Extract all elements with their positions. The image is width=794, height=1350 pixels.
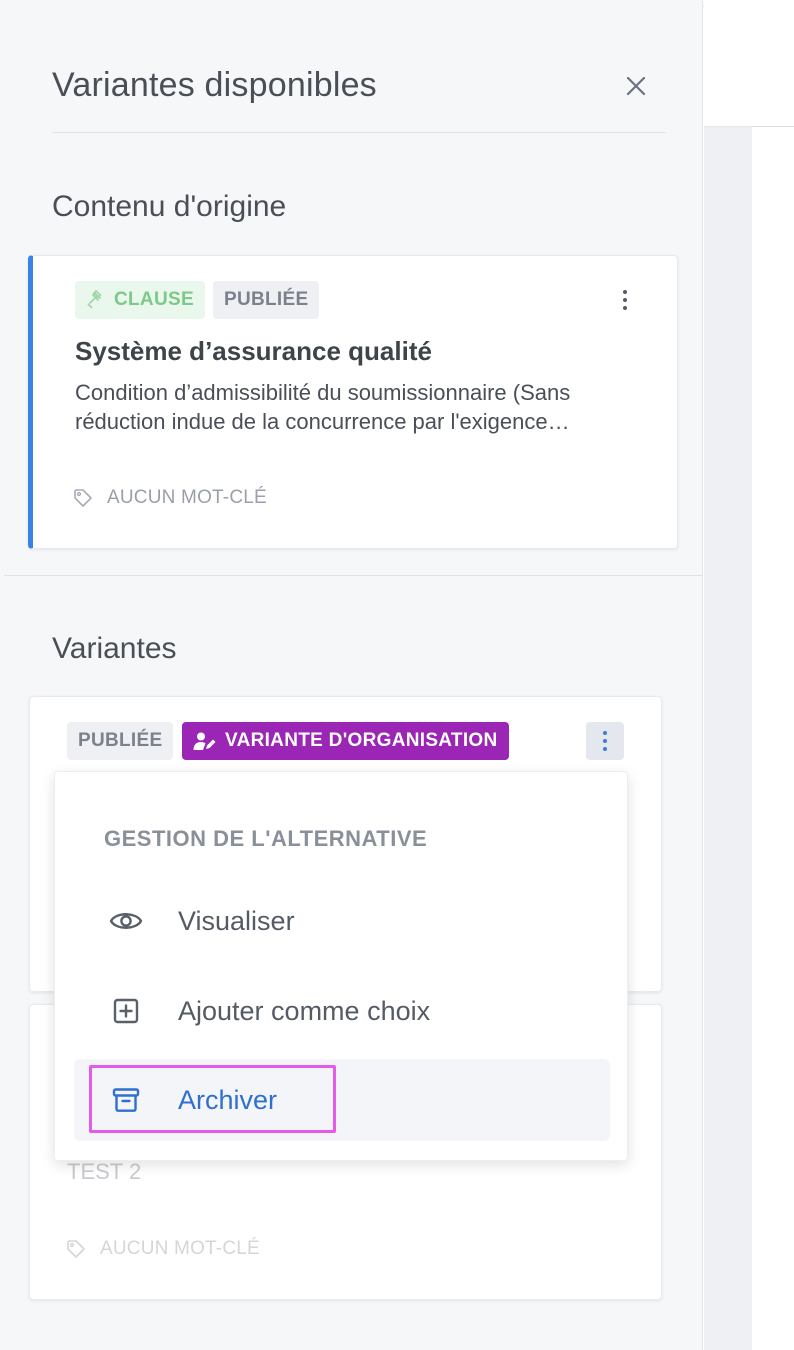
gavel-icon	[87, 290, 102, 309]
panel-title: Variantes disponibles	[52, 66, 377, 104]
menu-item-add-choice[interactable]: Ajouter comme choix	[74, 970, 610, 1052]
archive-icon	[112, 1088, 140, 1112]
card-title: Système d’assurance qualité	[75, 336, 432, 366]
keywords-label: AUCUN MOT-CLÉ	[100, 1238, 260, 1259]
kebab-dot	[623, 306, 627, 310]
kebab-dot	[623, 298, 627, 302]
status-badge: PUBLIÉE	[67, 722, 174, 760]
section-title-variants: Variantes	[52, 632, 177, 665]
org-variant-badge-label: VARIANTE D'ORGANISATION	[225, 730, 498, 751]
eye-icon	[109, 913, 143, 929]
more-options-button[interactable]	[606, 281, 644, 319]
kebab-dot	[603, 747, 607, 751]
kebab-dot	[603, 739, 607, 743]
menu-item-archive[interactable]: Archiver	[74, 1059, 610, 1141]
clause-badge: CLAUSE	[75, 281, 205, 319]
tag-icon	[74, 489, 92, 507]
menu-item-label: Ajouter comme choix	[178, 995, 431, 1026]
menu-item-label: Visualiser	[178, 905, 295, 936]
more-options-button-active[interactable]	[586, 722, 624, 760]
menu-item-label: Archiver	[178, 1084, 278, 1115]
clause-badge-label: CLAUSE	[114, 289, 194, 310]
status-badge: PUBLIÉE	[213, 281, 320, 319]
origin-content-card[interactable]: CLAUSE PUBLIÉE Système d’assurance quali…	[28, 255, 678, 549]
menu-header: GESTION DE L'ALTERNATIVE	[104, 826, 428, 851]
keywords-label: AUCUN MOT-CLÉ	[107, 487, 267, 508]
card-title: TEST 2	[67, 1159, 142, 1184]
card-description: Condition d’admissibilité du soumissionn…	[75, 380, 571, 434]
kebab-dot	[623, 290, 627, 294]
tag-icon	[67, 1240, 85, 1258]
variant-actions-menu: GESTION DE L'ALTERNATIVE Visualiser Ajou…	[54, 771, 628, 1161]
org-variant-badge: VARIANTE D'ORGANISATION	[182, 722, 509, 760]
menu-item-visualiser[interactable]: Visualiser	[74, 880, 610, 962]
section-divider	[4, 575, 703, 576]
kebab-dot	[603, 731, 607, 735]
main-content-strip	[704, 126, 752, 1350]
close-icon	[626, 76, 646, 96]
keywords-row: AUCUN MOT-CLÉ	[73, 487, 267, 509]
section-title-origin: Contenu d'origine	[52, 190, 287, 223]
title-divider	[52, 132, 666, 133]
user-edit-icon	[193, 732, 216, 750]
plus-square-icon	[113, 998, 139, 1024]
keywords-row: AUCUN MOT-CLÉ	[66, 1238, 260, 1260]
close-button[interactable]	[618, 68, 654, 104]
